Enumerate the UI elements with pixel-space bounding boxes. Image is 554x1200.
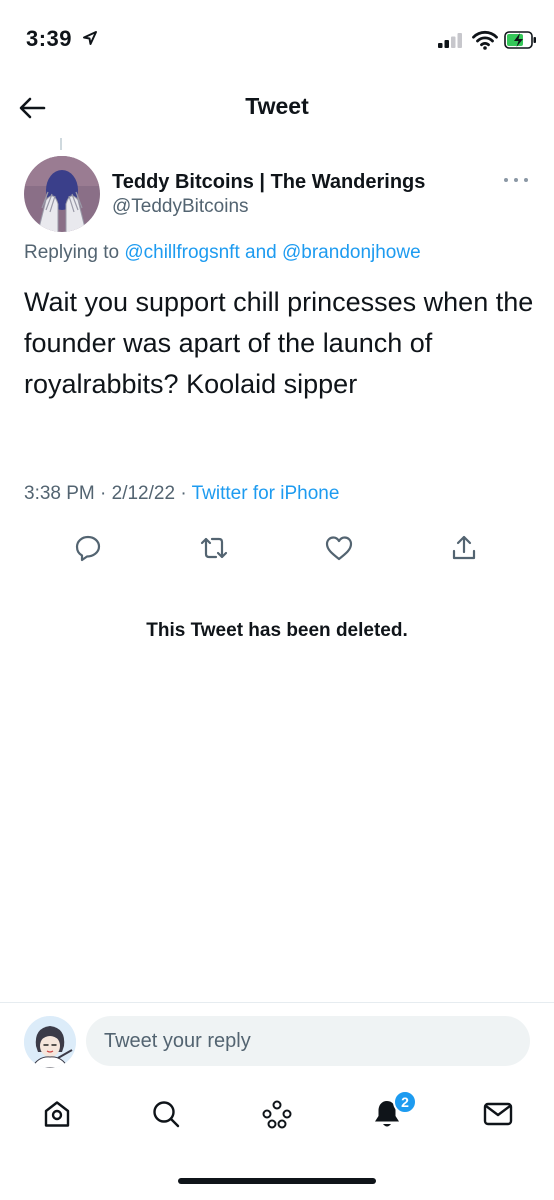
replying-joiner: and <box>245 242 277 263</box>
replying-to-line: Replying to @chillfrogsnft and @brandonj… <box>24 242 421 264</box>
navigation-bar: Tweet <box>0 80 554 136</box>
share-icon[interactable] <box>444 528 484 568</box>
notifications-badge: 2 <box>393 1090 417 1114</box>
author-avatar[interactable] <box>24 156 100 232</box>
like-icon[interactable] <box>319 528 359 568</box>
tab-bar <box>0 1080 554 1150</box>
more-options-icon[interactable] <box>504 172 528 188</box>
user-avatar[interactable] <box>24 1016 76 1068</box>
status-time: 3:39 <box>26 26 73 51</box>
wifi-icon <box>472 30 498 55</box>
tweet-timestamp: 3:38 PM · 2/12/22 · <box>24 483 187 504</box>
replying-prefix: Replying to <box>24 242 120 263</box>
divider <box>0 1002 554 1003</box>
reply-input[interactable] <box>86 1016 530 1066</box>
search-icon[interactable] <box>146 1094 186 1134</box>
cellular-signal-icon <box>438 32 466 53</box>
mention-link[interactable]: @brandonjhowe <box>282 242 421 263</box>
mention-link[interactable]: @chillfrogsnft <box>124 242 239 263</box>
tweet-source-link[interactable]: Twitter for iPhone <box>192 483 340 504</box>
author-handle[interactable]: @TeddyBitcoins <box>112 194 425 220</box>
thread-connector-line <box>60 138 62 150</box>
author-display-name[interactable]: Teddy Bitcoins | The Wanderings <box>112 170 425 194</box>
battery-charging-icon <box>504 30 538 55</box>
messages-icon[interactable] <box>478 1094 518 1134</box>
reply-icon[interactable] <box>68 528 108 568</box>
page-title: Tweet <box>245 93 309 119</box>
home-indicator <box>178 1178 376 1184</box>
status-bar: 3:39 <box>0 0 554 80</box>
retweet-icon[interactable] <box>194 528 234 568</box>
tweet-actions <box>0 528 554 568</box>
spaces-icon[interactable] <box>257 1094 297 1134</box>
home-icon[interactable] <box>37 1094 77 1134</box>
tweet-author[interactable]: Teddy Bitcoins | The Wanderings @TeddyBi… <box>112 170 425 220</box>
deleted-tweet-notice: This Tweet has been deleted. <box>146 620 408 641</box>
tweet-meta: 3:38 PM · 2/12/22 · Twitter for iPhone <box>24 483 339 505</box>
tweet-text: Wait you support chill princesses when t… <box>24 287 534 399</box>
location-arrow-icon <box>82 30 98 51</box>
